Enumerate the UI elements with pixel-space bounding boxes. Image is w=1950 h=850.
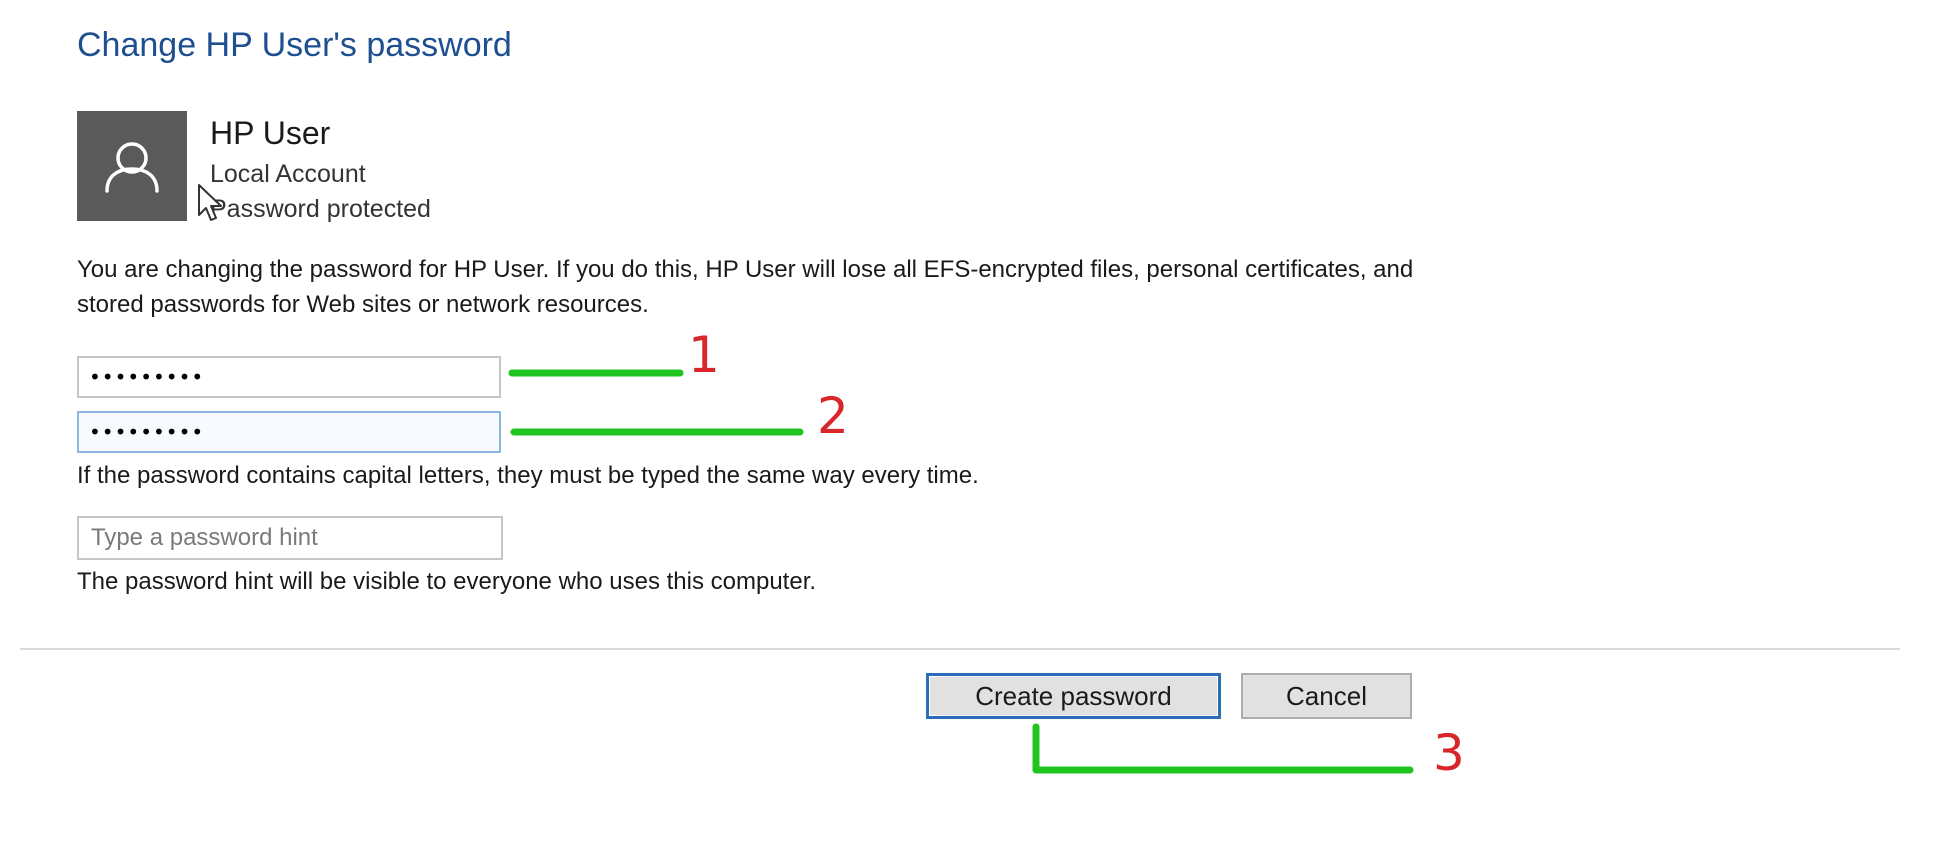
confirm-password-field[interactable] [77, 411, 501, 453]
account-name: HP User [210, 115, 331, 151]
page-title: Change HP User's password [77, 26, 512, 64]
footer-divider [20, 648, 1900, 650]
account-type: Local Account [210, 160, 366, 188]
mouse-pointer-icon [198, 184, 222, 221]
account-avatar [77, 111, 187, 221]
change-password-page: Change HP User's password HP User Local … [0, 0, 1950, 850]
cancel-button[interactable]: Cancel [1241, 673, 1412, 719]
create-password-button[interactable]: Create password [926, 673, 1221, 719]
annotation-line-3 [1032, 723, 1414, 774]
password-hint-field[interactable] [77, 516, 503, 560]
annotation-number-3: 3 [1433, 724, 1465, 782]
annotation-number-2: 2 [817, 387, 849, 445]
password-hint-note: The password hint will be visible to eve… [77, 568, 817, 595]
capital-letters-note: If the password contains capital letters… [77, 462, 979, 489]
user-icon [105, 142, 159, 193]
annotation-number-1: 1 [688, 326, 720, 384]
new-password-field[interactable] [77, 356, 501, 398]
password-change-warning: You are changing the password for HP Use… [77, 256, 1414, 318]
account-status: Password protected [210, 195, 431, 223]
